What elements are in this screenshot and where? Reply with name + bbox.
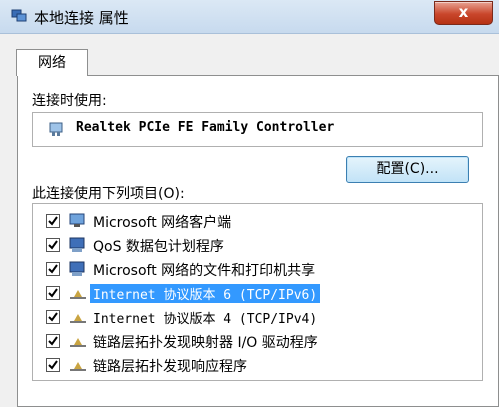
adapter-name: Realtek PCIe FE Family Controller xyxy=(76,120,335,135)
list-item[interactable]: Internet 协议版本 4 (TCP/IPv4) xyxy=(33,306,482,328)
configure-button[interactable]: 配置(C)... xyxy=(346,156,469,183)
protocol-icon xyxy=(70,314,86,323)
items-label: 此连接使用下列项目(O): xyxy=(32,186,185,202)
file-print-sharing-icon xyxy=(69,261,85,276)
list-item[interactable]: 链路层拓扑发现响应程序 xyxy=(33,354,482,376)
item-label: Microsoft 网络的文件和打印机共享 xyxy=(93,263,316,279)
protocol-icon xyxy=(70,338,86,347)
components-list[interactable]: Microsoft 网络客户端 QoS 数据包计划程序 Microsoft 网络… xyxy=(32,203,483,381)
protocol-icon xyxy=(70,290,86,299)
network-connection-icon xyxy=(11,9,27,22)
network-adapter-icon xyxy=(49,122,63,136)
window-title: 本地连接 属性 xyxy=(34,9,129,27)
item-label: Internet 协议版本 6 (TCP/IPv6) xyxy=(90,284,321,303)
title-bar: 本地连接 属性 x xyxy=(0,0,499,34)
protocol-icon xyxy=(70,362,86,371)
adapter-field: Realtek PCIe FE Family Controller xyxy=(32,112,483,147)
checkbox[interactable] xyxy=(46,238,60,252)
checkbox[interactable] xyxy=(46,262,60,276)
item-label: Microsoft 网络客户端 xyxy=(93,215,232,231)
item-label: 链路层拓扑发现响应程序 xyxy=(93,359,247,375)
close-button[interactable]: x xyxy=(434,1,493,25)
item-label: QoS 数据包计划程序 xyxy=(93,239,224,255)
checkbox[interactable] xyxy=(46,358,60,372)
checkbox[interactable] xyxy=(46,310,60,324)
checkbox[interactable] xyxy=(46,214,60,228)
list-item[interactable]: 链路层拓扑发现映射器 I/O 驱动程序 xyxy=(33,330,482,352)
checkbox[interactable] xyxy=(46,334,60,348)
item-label: Internet 协议版本 4 (TCP/IPv4) xyxy=(93,312,318,327)
qos-scheduler-icon xyxy=(69,237,85,252)
network-client-icon xyxy=(69,213,85,227)
list-item[interactable]: Microsoft 网络客户端 xyxy=(33,210,482,232)
connect-using-label: 连接时使用: xyxy=(32,93,107,109)
list-item[interactable]: QoS 数据包计划程序 xyxy=(33,234,482,256)
tab-network[interactable]: 网络 xyxy=(16,49,88,76)
list-item-selected[interactable]: Internet 协议版本 6 (TCP/IPv6) xyxy=(33,282,482,304)
item-label: 链路层拓扑发现映射器 I/O 驱动程序 xyxy=(93,335,318,351)
list-item[interactable]: Microsoft 网络的文件和打印机共享 xyxy=(33,258,482,280)
checkbox[interactable] xyxy=(46,286,60,300)
